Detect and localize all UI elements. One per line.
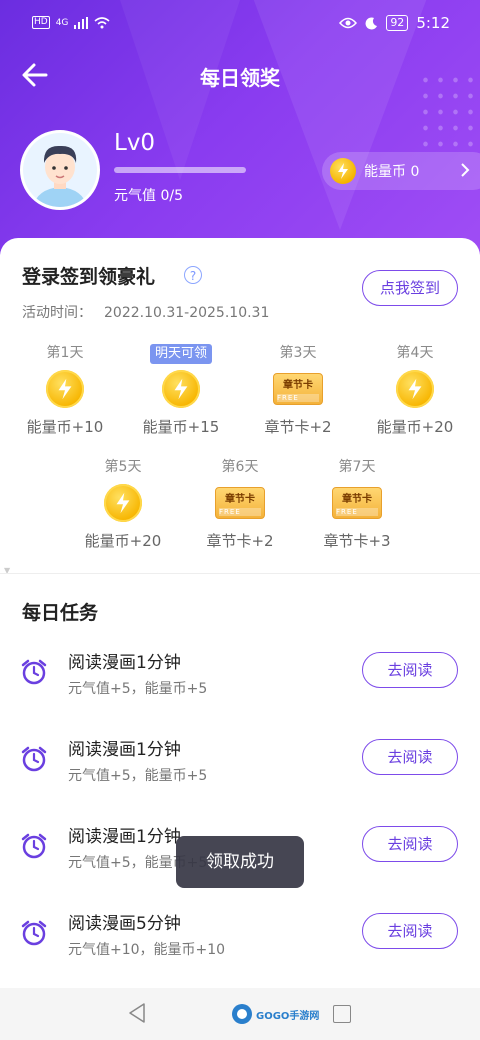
energy-coin-icon [104,484,142,522]
page-title: 每日领奖 [200,66,280,90]
energy-coin-icon [46,370,84,408]
go-read-button[interactable]: 去阅读 [362,826,458,862]
reward-day-label: 明天可领 [149,344,212,364]
reward-day-2: 明天可领能量币+15 [126,342,236,437]
status-bar: HD 4G 92 5:12 [32,14,450,38]
go-read-button[interactable]: 去阅读 [362,739,458,775]
reward-icon: 章节卡 FREE [185,482,295,524]
checkin-title: 登录签到领豪礼 [22,266,156,288]
reward-amount: 章节卡+2 [264,418,332,436]
watermark-text: GOGO手游网 [256,1010,320,1022]
checkin-button[interactable]: 点我签到 [362,270,458,306]
task-name: 阅读漫画1分钟 [68,827,181,847]
nav-back-icon[interactable] [126,1002,148,1024]
chapter-card-icon: 章节卡 FREE [332,487,382,519]
go-read-button[interactable]: 去阅读 [362,913,458,949]
task-name: 阅读漫画1分钟 [68,653,181,673]
tasks-title: 每日任务 [22,602,99,624]
activity-period-label: 活动时间： [22,305,92,321]
reward-icon: 章节卡 FREE [302,482,412,524]
help-icon[interactable]: ? [184,266,202,284]
watermark-logo-icon [232,1004,252,1024]
task-item: 阅读漫画5分钟元气值+10，能量币+10 去阅读 [0,901,480,971]
reward-day-label: 第3天 [279,345,317,361]
task-name: 阅读漫画5分钟 [68,914,181,934]
reward-day-3: 第3天章节卡 FREE 章节卡+2 [243,342,353,437]
reward-icon [360,368,470,410]
reward-day-6: 第6天章节卡 FREE 章节卡+2 [185,456,295,551]
reward-amount: 能量币+20 [84,532,162,550]
chapter-card-icon: 章节卡 FREE [215,487,265,519]
reward-icon [10,368,120,410]
task-reward: 元气值+5，能量币+5 [68,681,208,697]
level-label: Lv0 [114,130,156,156]
energy-coin-icon [330,158,356,184]
network-label: 4G [55,17,69,28]
energy-balance-button[interactable]: 能量币 0 [322,152,480,190]
reward-amount: 能量币+15 [142,418,220,436]
energy-coin-icon [396,370,434,408]
energy-coin-icon [162,370,200,408]
alarm-clock-icon [21,833,47,859]
nav-recent-icon[interactable] [333,1005,351,1023]
level-progress-bar [114,167,246,173]
reward-day-5: 第5天能量币+20 [68,456,178,551]
activity-period-dates: 2022.10.31-2025.10.31 [104,305,270,321]
battery-indicator: 92 [386,15,409,31]
system-nav-bar: GOGO手游网 [0,988,480,1040]
reward-day-label: 第4天 [396,345,434,361]
alarm-clock-icon [21,659,47,685]
alarm-clock-icon [21,746,47,772]
top-bar: 每日领奖 [0,56,480,96]
reward-day-label: 第7天 [338,459,376,475]
reward-amount: 章节卡+2 [206,532,274,550]
reward-icon [126,368,236,410]
task-reward: 元气值+10，能量币+10 [68,942,226,958]
reward-day-1: 第1天能量币+10 [10,342,120,437]
reward-amount: 能量币+20 [376,418,454,436]
task-item: 阅读漫画1分钟元气值+5，能量币+5 去阅读 [0,640,480,710]
toast-message: 领取成功 [176,836,304,888]
user-avatar-icon [23,133,97,207]
chevron-right-icon [461,163,470,177]
reward-icon [68,482,178,524]
energy-balance-label: 能量币 0 [364,164,420,180]
task-reward: 元气值+5，能量币+5 [68,768,208,784]
go-read-button[interactable]: 去阅读 [362,652,458,688]
reward-day-label: 第6天 [221,459,259,475]
reward-day-label: 第5天 [104,459,142,475]
avatar[interactable] [20,130,100,210]
reward-amount: 章节卡+3 [323,532,391,550]
hd-badge: HD [32,16,50,29]
section-divider [0,573,480,574]
activity-period: 活动时间： 2022.10.31-2025.10.31 [22,302,269,322]
eye-icon [339,17,358,29]
vitality-value: 元气值 0/5 [114,188,183,204]
watermark: GOGO手游网 [230,1002,319,1026]
clock-time: 5:12 [416,14,450,32]
reward-day-label: 第1天 [46,345,84,361]
task-item: 阅读漫画1分钟元气值+5，能量币+5 去阅读 [0,727,480,797]
signal-icon [74,16,89,29]
task-name: 阅读漫画1分钟 [68,740,181,760]
moon-icon [365,16,378,29]
chapter-card-icon: 章节卡 FREE [273,373,323,405]
alarm-clock-icon [21,920,47,946]
reward-day-4: 第4天能量币+20 [360,342,470,437]
reward-day-7: 第7天章节卡 FREE 章节卡+3 [302,456,412,551]
wifi-icon [94,16,110,28]
reward-icon: 章节卡 FREE [243,368,353,410]
reward-amount: 能量币+10 [26,418,104,436]
